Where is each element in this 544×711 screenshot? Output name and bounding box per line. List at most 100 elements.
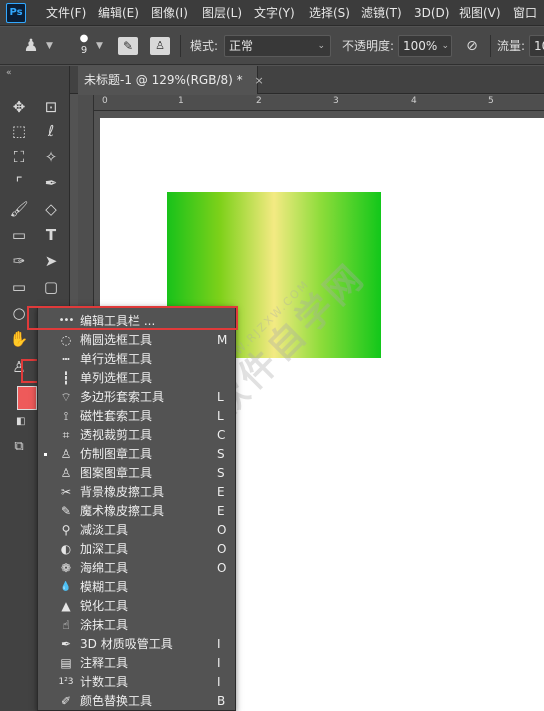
flyout-item[interactable]: ▲ 锐化工具 (38, 597, 235, 616)
menu-layer[interactable]: 图层(L) (202, 0, 242, 26)
shortcut-key: I (217, 675, 221, 689)
flyout-item[interactable]: ⚲ 减淡工具 O (38, 521, 235, 540)
flyout-item[interactable]: ▤ 注释工具 I (38, 654, 235, 673)
opacity-input[interactable]: 100% ⌄ (398, 35, 452, 57)
flow-input[interactable]: 10 (529, 35, 544, 57)
flyout-item-label: 单行选框工具 (80, 352, 153, 366)
object-selection-icon[interactable]: ⛶ (6, 146, 32, 168)
menu-3d[interactable]: 3D(D) (414, 0, 449, 26)
flyout-item[interactable]: ⟟ 磁性套索工具 L (38, 407, 235, 426)
polygon-lasso-icon: ⌔ (60, 390, 72, 404)
move-tool-icon[interactable]: ✥ (6, 96, 32, 118)
sponge-icon: ❁ (60, 561, 72, 575)
options-bar: ♟ ▼ ● 9 ▼ ✎ ♙ 模式: 正常 ⌄ 不透明度: 100% ⌄ ⊘ 流量… (0, 27, 544, 65)
flyout-item-label: 单列选框工具 (80, 371, 153, 385)
flyout-item[interactable]: ✐ 颜色替换工具 B (38, 692, 235, 711)
flyout-item[interactable]: ⌗ 透视裁剪工具 C (38, 426, 235, 445)
shortcut-key: B (217, 694, 226, 708)
pressure-opacity-icon[interactable]: ⊘ (462, 37, 482, 55)
document-tab[interactable]: 未标题-1 @ 129%(RGB/8) * × (78, 66, 264, 94)
flyout-item-label: 减淡工具 (80, 523, 129, 537)
flyout-item[interactable]: 💧 模糊工具 (38, 578, 235, 597)
menu-file[interactable]: 文件(F) (46, 0, 86, 26)
flyout-item[interactable]: ☝ 涂抹工具 (38, 616, 235, 635)
rectangle-marquee-icon[interactable]: ⬚ (6, 120, 32, 142)
flyout-item[interactable]: ✂ 背景橡皮擦工具 E (38, 483, 235, 502)
crop-tool-icon[interactable]: ⌜ (6, 172, 32, 194)
flyout-item-label: 模糊工具 (80, 580, 129, 594)
horizontal-ruler: 0 1 2 3 4 5 (78, 95, 544, 111)
default-colors-icon[interactable]: ◧ (16, 416, 25, 427)
magic-eraser-icon: ✎ (60, 504, 72, 518)
flyout-item[interactable]: ♙ 图案图章工具 S (38, 464, 235, 483)
close-icon[interactable]: × (254, 74, 263, 87)
stamp-tool-preset-icon[interactable]: ♟ (18, 35, 44, 57)
menu-filter[interactable]: 滤镜(T) (361, 0, 402, 26)
menu-type[interactable]: 文字(Y) (254, 0, 295, 26)
burn-icon: ◐ (60, 542, 72, 556)
flyout-item[interactable]: ✒ 3D 材质吸管工具 I (38, 635, 235, 654)
mode-select[interactable]: 正常 ⌄ (224, 35, 331, 57)
flyout-item-label: 透视裁剪工具 (80, 428, 153, 442)
collapse-arrows-icon[interactable]: « (6, 68, 12, 78)
blur-icon: 💧 (60, 582, 72, 592)
hand-tool-icon[interactable]: ✋ (6, 328, 32, 350)
single-row-marquee-icon: ┅ (62, 352, 70, 366)
foreground-color-swatch[interactable] (17, 386, 37, 410)
ruler-mark: 2 (256, 96, 262, 106)
flyout-item-label: 椭圆选框工具 (80, 333, 153, 347)
flyout-item[interactable]: ┇ 单列选框工具 (38, 369, 235, 388)
menu-image[interactable]: 图像(I) (151, 0, 188, 26)
eraser-tool-icon[interactable]: ◇ (38, 198, 64, 220)
flyout-item[interactable]: ⌔ 多边形套索工具 L (38, 388, 235, 407)
flyout-item[interactable]: ◐ 加深工具 O (38, 540, 235, 559)
brush-preset-picker[interactable]: ● 9 (74, 33, 94, 61)
clone-source-icon[interactable]: ♙ (150, 37, 170, 55)
brush-settings-icon[interactable]: ✎ (118, 37, 138, 55)
flyout-item[interactable]: ✎ 魔术橡皮擦工具 E (38, 502, 235, 521)
smudge-icon: ☝ (62, 618, 70, 632)
chevron-down-icon[interactable]: ▼ (46, 41, 53, 51)
shortcut-key: L (217, 390, 224, 404)
perspective-crop-icon: ⌗ (62, 428, 70, 442)
flyout-item-label: 磁性套索工具 (80, 409, 153, 423)
lasso-tool-icon[interactable]: ℓ (38, 120, 64, 142)
opacity-label: 不透明度: (342, 39, 395, 53)
count-icon: 1²3 (58, 677, 74, 687)
ruler-mark: 3 (333, 96, 339, 106)
rounded-shape-icon[interactable]: ▢ (38, 276, 64, 298)
menu-window[interactable]: 窗口 (513, 0, 537, 26)
magic-wand-icon[interactable]: ✧ (38, 146, 64, 168)
flyout-item[interactable]: ┅ 单行选框工具 (38, 350, 235, 369)
menu-select[interactable]: 选择(S) (309, 0, 350, 26)
flyout-item-label: 颜色替换工具 (80, 694, 153, 708)
brush-tool-icon[interactable]: 🖌 (6, 198, 32, 220)
screen-mode-icon[interactable]: ⧉ (6, 436, 32, 458)
rectangle-shape-icon[interactable]: ▭ (6, 276, 32, 298)
artboard-tool-icon[interactable]: ⊡ (38, 96, 64, 118)
menu-view[interactable]: 视图(V) (459, 0, 501, 26)
background-eraser-icon: ✂ (60, 485, 72, 499)
flyout-item[interactable]: ❁ 海绵工具 O (38, 559, 235, 578)
shortcut-key: E (217, 504, 225, 518)
flyout-item[interactable]: ◌ 椭圆选框工具 M (38, 331, 235, 350)
opacity-value: 100% (403, 39, 438, 53)
shortcut-key: C (217, 428, 226, 442)
menu-edit[interactable]: 编辑(E) (98, 0, 139, 26)
flyout-item-label: 海绵工具 (80, 561, 129, 575)
shortcut-key: O (217, 542, 227, 556)
gradient-tool-icon[interactable]: ▭ (6, 224, 32, 246)
shortcut-key: O (217, 561, 227, 575)
type-tool-icon[interactable]: T (38, 224, 64, 246)
flyout-item[interactable]: 1²3 计数工具 I (38, 673, 235, 692)
shortcut-key: S (217, 447, 225, 461)
ruler-mark: 4 (411, 96, 417, 106)
chevron-down-icon[interactable]: ▼ (96, 41, 103, 51)
eyedropper-icon[interactable]: ✒ (38, 172, 64, 194)
flyout-item[interactable]: ♙ 仿制图章工具 S (38, 445, 235, 464)
flyout-tool-list: ◌ 椭圆选框工具 M ┅ 单行选框工具 ┇ 单列选框工具 ⌔ 多边形套索工具 L ⟟ 磁性套索工具 L ⌗… (38, 331, 235, 711)
ruler-mark: 5 (488, 96, 494, 106)
path-selection-icon[interactable]: ➤ (38, 250, 64, 272)
pen-tool-icon[interactable]: ✑ (6, 250, 32, 272)
edit-toolbar-highlight-box (27, 306, 238, 330)
